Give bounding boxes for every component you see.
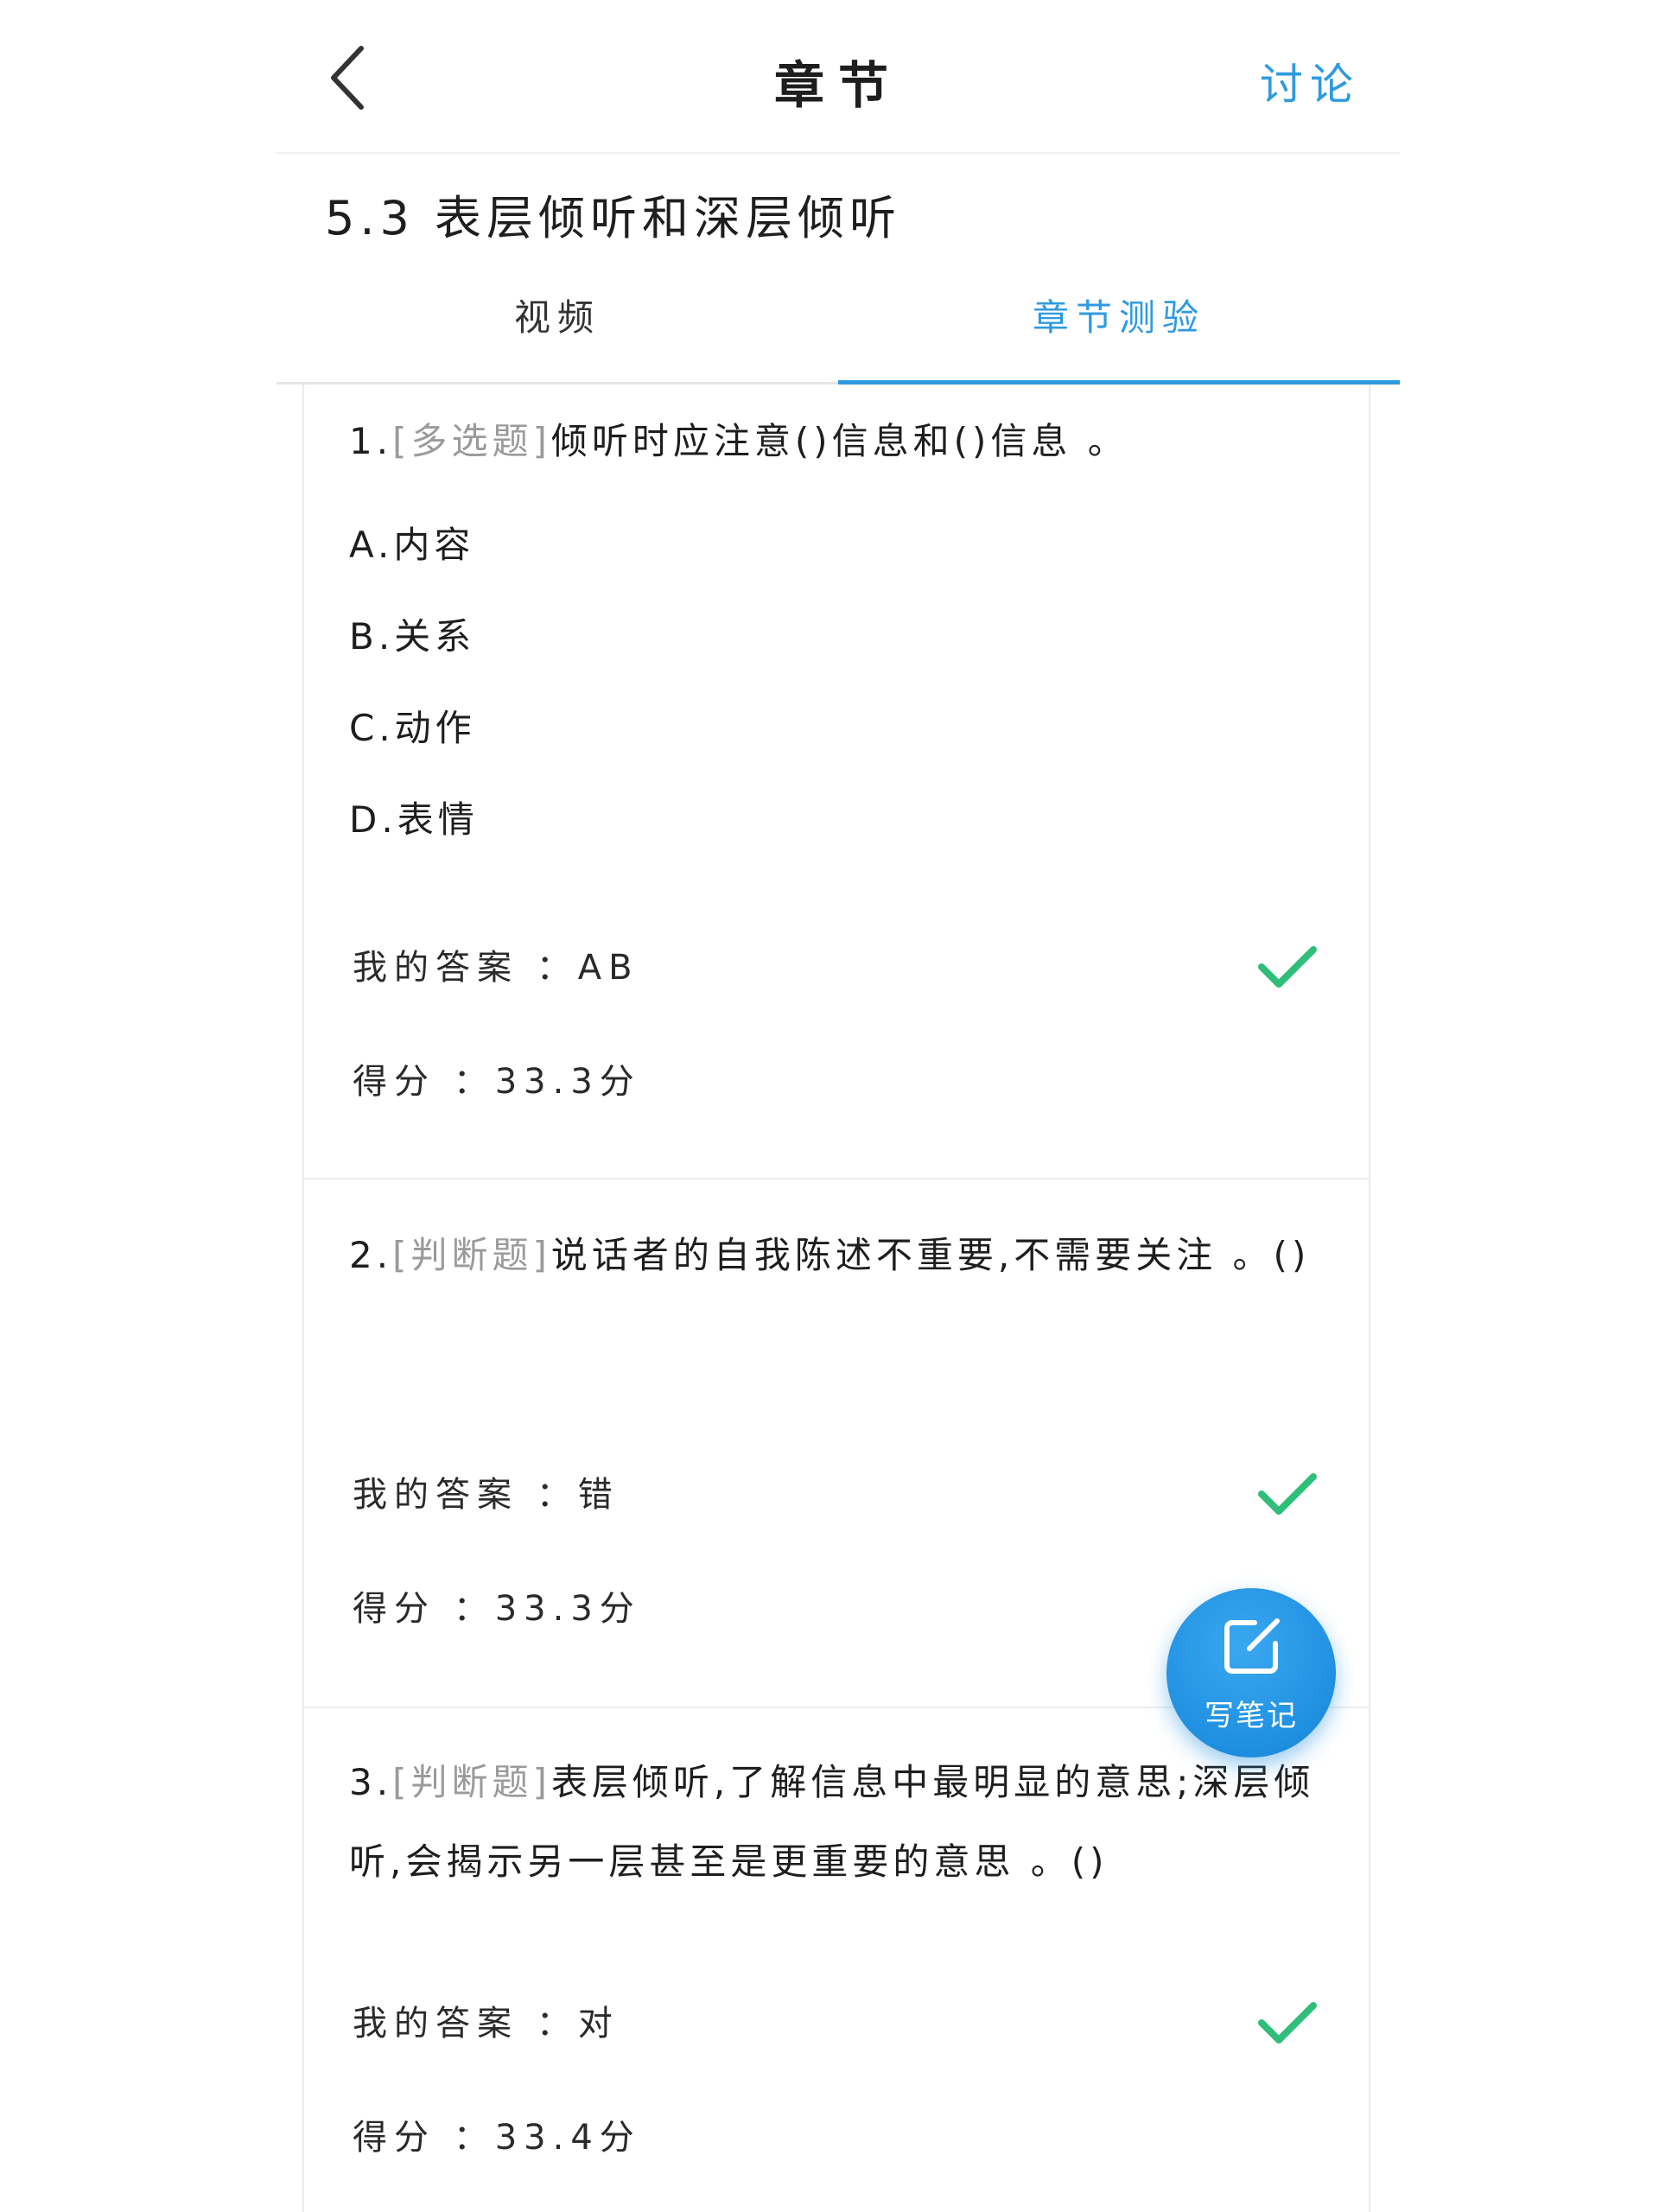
edit-note-icon <box>1224 1618 1280 1674</box>
option-a: A.内容 <box>349 524 475 566</box>
question-card-1: 1.[多选题]倾听时应注意()信息和()信息 。 A.内容 B.关系 C.动作 … <box>304 385 1369 1179</box>
question-stem: 3.[判断题]表层倾听,了解信息中最明显的意思;深层倾听,会揭示另一层甚至是更重… <box>349 1743 1325 1902</box>
my-answer: 我的答案 ：错 <box>353 1475 620 1515</box>
app-screen: 章节 讨论 5.3 表层倾听和深层倾听 视频 章节测验 1.[多选题]倾听时应注… <box>276 0 1400 2212</box>
question-type: [判断题] <box>392 1234 551 1276</box>
score: 得分 ：33.3分 <box>353 1062 641 1102</box>
write-note-label: 写笔记 <box>1205 1699 1298 1733</box>
question-type: [多选题] <box>392 420 551 462</box>
tab-bar: 视频 章节测验 <box>276 275 1400 385</box>
question-number: 2. <box>349 1234 393 1276</box>
question-text: 倾听时应注意()信息和()信息 。 <box>550 420 1128 462</box>
page-title: 章节 <box>773 56 902 115</box>
my-answer: 我的答案 ：对 <box>353 2004 620 2044</box>
top-nav-bar: 章节 讨论 <box>276 0 1400 154</box>
option-d: D.表情 <box>349 798 479 841</box>
question-type: [判断题] <box>392 1761 551 1803</box>
score: 得分 ：33.3分 <box>353 1589 641 1629</box>
correct-check-icon <box>1258 1473 1317 1515</box>
tab-video[interactable]: 视频 <box>276 275 838 382</box>
quiz-results-list[interactable]: 1.[多选题]倾听时应注意()信息和()信息 。 A.内容 B.关系 C.动作 … <box>302 385 1370 2212</box>
write-note-button[interactable]: 写笔记 <box>1166 1588 1336 1758</box>
question-text: 说话者的自我陈述不重要,不需要关注 。() <box>550 1234 1311 1276</box>
question-number: 3. <box>349 1761 393 1803</box>
question-stem: 1.[多选题]倾听时应注意()信息和()信息 。 <box>349 402 1325 481</box>
question-stem: 2.[判断题]说话者的自我陈述不重要,不需要关注 。() <box>349 1216 1325 1295</box>
score: 得分 ：33.4分 <box>353 2118 641 2158</box>
tab-chapter-quiz[interactable]: 章节测验 <box>838 275 1400 382</box>
question-number: 1. <box>349 420 393 462</box>
option-b: B.关系 <box>349 615 476 658</box>
option-c: C.动作 <box>349 707 476 749</box>
discuss-button[interactable]: 讨论 <box>1260 50 1360 112</box>
chapter-title: 5.3 表层倾听和深层倾听 <box>325 191 902 245</box>
question-card-3: 3.[判断题]表层倾听,了解信息中最明显的意思;深层倾听,会揭示另一层甚至是更重… <box>304 1708 1369 2212</box>
correct-check-icon <box>1258 2002 1317 2044</box>
my-answer: 我的答案 ：AB <box>353 948 639 988</box>
correct-check-icon <box>1258 946 1317 988</box>
